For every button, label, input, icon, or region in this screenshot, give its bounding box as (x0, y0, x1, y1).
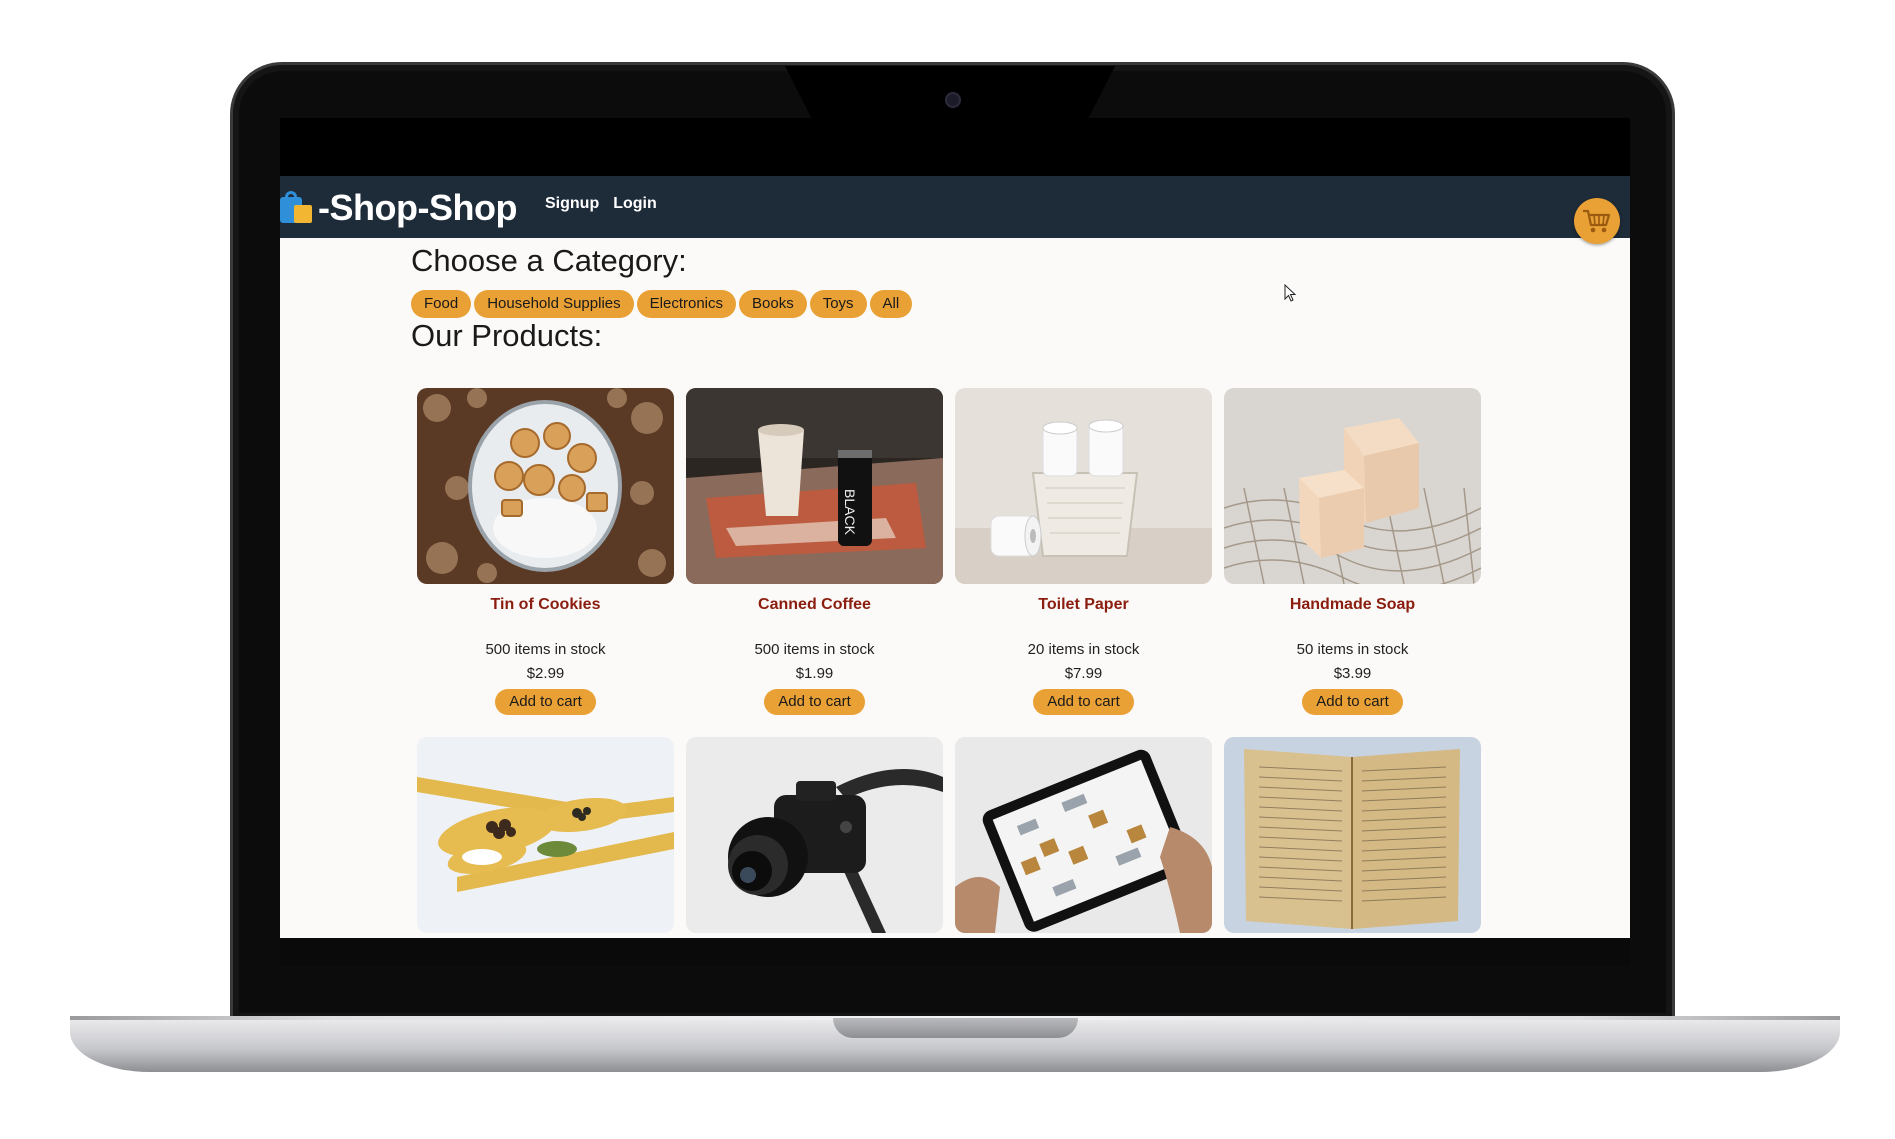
product-price: $7.99 (1064, 665, 1103, 682)
laptop-opening-notch (833, 1018, 1078, 1038)
logo[interactable]: -Shop-Shop (280, 187, 517, 228)
category-household-supplies-button[interactable]: Household Supplies (474, 290, 634, 318)
category-heading: Choose a Category: (411, 243, 687, 278)
add-to-cart-button[interactable]: Add to cart (495, 689, 596, 715)
product-card: BLACK Canned Coffee 500 items in stock $… (686, 388, 943, 715)
product-stock: 500 items in stock (754, 641, 875, 658)
nav-links: Signup Login (545, 195, 657, 213)
product-stock: 500 items in stock (485, 641, 606, 658)
product-card (686, 737, 943, 933)
svg-text:BLACK: BLACK (842, 489, 858, 536)
product-image-camera[interactable] (686, 737, 943, 933)
product-card (417, 737, 674, 933)
product-image-book[interactable] (1224, 737, 1481, 933)
add-to-cart-button[interactable]: Add to cart (764, 689, 865, 715)
cart-button[interactable] (1574, 198, 1620, 244)
product-image-tablet[interactable] (955, 737, 1212, 933)
signup-link[interactable]: Signup (545, 195, 599, 213)
add-to-cart-button[interactable]: Add to cart (1302, 689, 1403, 715)
product-image-spoons[interactable] (417, 737, 674, 933)
product-price: $1.99 (795, 665, 834, 682)
navbar: -Shop-Shop Signup Login (280, 176, 1630, 238)
product-image-coffee[interactable]: BLACK (686, 388, 943, 584)
products-heading: Our Products: (411, 318, 603, 353)
brand-name: -Shop-Shop (318, 187, 517, 228)
category-toys-button[interactable]: Toys (809, 290, 867, 318)
add-to-cart-button[interactable]: Add to cart (1033, 689, 1134, 715)
category-all-button[interactable]: All (869, 290, 913, 318)
mouse-cursor-icon (1284, 284, 1297, 302)
product-price: $3.99 (1333, 665, 1372, 682)
product-image-cookies[interactable] (417, 388, 674, 584)
product-name[interactable]: Handmade Soap (1224, 596, 1481, 636)
laptop-screen: -Shop-Shop Signup Login Choose a Categor… (280, 118, 1630, 966)
product-stock: 20 items in stock (1027, 641, 1140, 658)
product-card (955, 737, 1212, 933)
product-card (1224, 737, 1481, 933)
product-stock: 50 items in stock (1296, 641, 1409, 658)
category-books-button[interactable]: Books (739, 290, 807, 318)
cart-icon (1583, 209, 1611, 233)
category-electronics-button[interactable]: Electronics (636, 290, 736, 318)
category-food-button[interactable]: Food (411, 290, 472, 318)
product-price: $2.99 (526, 665, 565, 682)
product-grid: Tin of Cookies 500 items in stock $2.99 … (417, 388, 1497, 933)
login-link[interactable]: Login (613, 195, 657, 213)
product-card: Handmade Soap 50 items in stock $3.99 Ad… (1224, 388, 1481, 715)
product-card: Tin of Cookies 500 items in stock $2.99 … (417, 388, 674, 715)
category-list: Food Household Supplies Electronics Book… (411, 290, 913, 318)
product-name[interactable]: Canned Coffee (686, 596, 943, 636)
product-card: Toilet Paper 20 items in stock $7.99 Add… (955, 388, 1212, 715)
product-image-soap[interactable] (1224, 388, 1481, 584)
camera-icon (945, 92, 961, 108)
shopping-bag-icon (280, 191, 314, 225)
product-name[interactable]: Tin of Cookies (417, 596, 674, 636)
product-name[interactable]: Toilet Paper (955, 596, 1212, 636)
main-content: Choose a Category: Food Household Suppli… (280, 238, 1630, 938)
screen-bottom-bar (280, 938, 1630, 966)
product-image-toilet-paper[interactable] (955, 388, 1212, 584)
